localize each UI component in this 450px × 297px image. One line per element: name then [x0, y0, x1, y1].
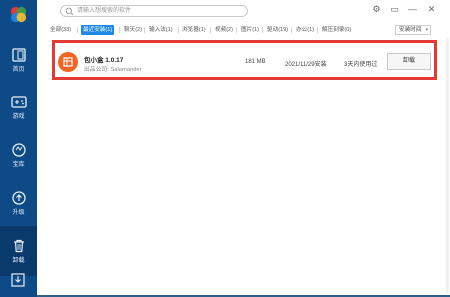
tab-input-method[interactable]: 输入法(1)	[147, 25, 175, 35]
category-tabs: 全部(33) 最近安装(1) 聊天(2) 输入法(1) 浏览器(1) 视频(2)…	[37, 22, 450, 38]
tab-divider	[77, 27, 78, 33]
app-logo-icon[interactable]	[9, 5, 28, 24]
restore-button[interactable]: ▭	[389, 4, 400, 15]
selection-highlight	[52, 40, 437, 80]
home-icon	[11, 47, 26, 62]
tab-divider	[236, 27, 237, 33]
tab-all[interactable]: 全部(33)	[48, 25, 73, 35]
sidebar-item-games[interactable]: 游戏	[0, 82, 37, 132]
gamepad-icon	[10, 95, 27, 108]
sidebar: 首页 游戏 宝库 升级 卸载	[0, 0, 37, 297]
search-icon	[65, 7, 74, 16]
sidebar-item-label: 升级	[12, 209, 25, 216]
settings-button[interactable]: ⚙	[371, 4, 382, 15]
tab-office[interactable]: 办公(1)	[294, 25, 316, 35]
sidebar-item-label: 宝库	[12, 161, 25, 168]
chevron-down-icon: ▾	[425, 27, 428, 33]
download-icon[interactable]	[10, 272, 26, 288]
tab-divider	[317, 27, 318, 33]
tab-divider	[119, 27, 120, 33]
upgrade-icon	[11, 190, 26, 205]
minimize-button[interactable]: —	[407, 4, 418, 15]
tab-divider	[178, 27, 179, 33]
sidebar-item-upgrade[interactable]: 升级	[0, 178, 37, 228]
scrollbar[interactable]	[446, 38, 449, 293]
tab-browser[interactable]: 浏览器(1)	[180, 25, 208, 35]
tab-recent[interactable]: 最近安装(1)	[81, 25, 115, 35]
tab-image[interactable]: 图片(1)	[239, 25, 261, 35]
tab-driver[interactable]: 驱动(19)	[265, 25, 290, 35]
sort-dropdown[interactable]: 安装时间 ▾	[395, 25, 431, 35]
sort-label: 安装时间	[399, 27, 422, 33]
tab-divider	[144, 27, 145, 33]
sidebar-item-home[interactable]: 首页	[0, 35, 37, 85]
tab-video[interactable]: 视频(2)	[213, 25, 235, 35]
title-bar: 请输入想搜索的软件 ⚙ ▭ — ✕	[37, 0, 450, 20]
tab-divider	[291, 27, 292, 33]
tab-compress[interactable]: 解压刻录(0)	[320, 25, 353, 35]
tab-divider	[210, 27, 211, 33]
search-box[interactable]: 请输入想搜索的软件	[60, 5, 248, 17]
treasure-icon	[11, 142, 26, 157]
trash-icon	[13, 239, 24, 252]
close-button[interactable]: ✕	[426, 4, 437, 15]
sidebar-item-label: 游戏	[12, 113, 25, 120]
search-input[interactable]: 请输入想搜索的软件	[77, 7, 131, 16]
sidebar-item-label: 卸载	[12, 257, 25, 264]
tab-divider	[262, 27, 263, 33]
sidebar-item-label: 首页	[12, 66, 25, 73]
sidebar-item-treasure[interactable]: 宝库	[0, 130, 37, 180]
sidebar-item-uninstall[interactable]: 卸载	[0, 226, 37, 276]
tab-chat[interactable]: 聊天(2)	[122, 25, 144, 35]
